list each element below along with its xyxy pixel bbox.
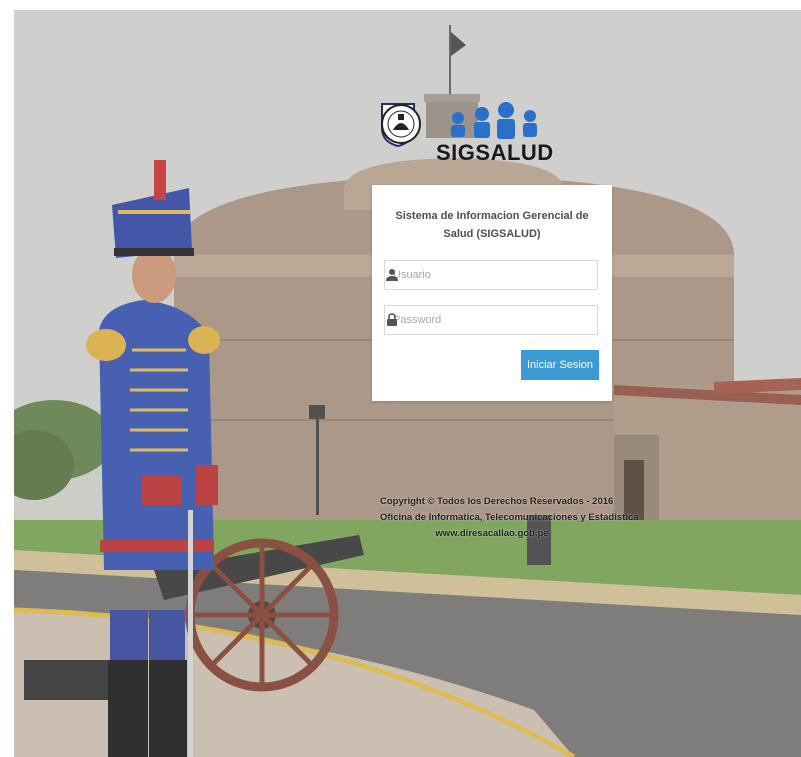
institution-seal-icon <box>381 104 421 144</box>
login-button[interactable]: Iniciar Sesion <box>521 350 599 380</box>
login-title: Sistema de Informacion Gerencial de Salu… <box>395 210 589 240</box>
office-text: Oficina de Informatica, Telecomunicacion… <box>380 512 639 523</box>
background-photo: SIGSALUD Sistema de Informacion Gerencia… <box>14 10 801 757</box>
logo-row: SIGSALUD <box>380 100 610 170</box>
username-input[interactable] <box>385 261 581 289</box>
people-network-icon <box>451 102 537 139</box>
password-field[interactable] <box>384 305 598 335</box>
password-input[interactable] <box>385 306 581 334</box>
user-icon <box>386 269 398 281</box>
username-field[interactable] <box>384 260 598 290</box>
brand-wordmark: SIGSALUD <box>436 140 554 165</box>
lock-icon <box>387 313 397 326</box>
website-text: www.diresacallao.gob.pe <box>435 528 549 539</box>
footer: Copyright © Todos los Derechos Reservado… <box>380 494 639 542</box>
copyright-text: Copyright © Todos los Derechos Reservado… <box>380 496 614 507</box>
sigsalud-brand-logo: SIGSALUD <box>436 100 554 166</box>
login-card: Sistema de Informacion Gerencial de Salu… <box>372 185 612 401</box>
